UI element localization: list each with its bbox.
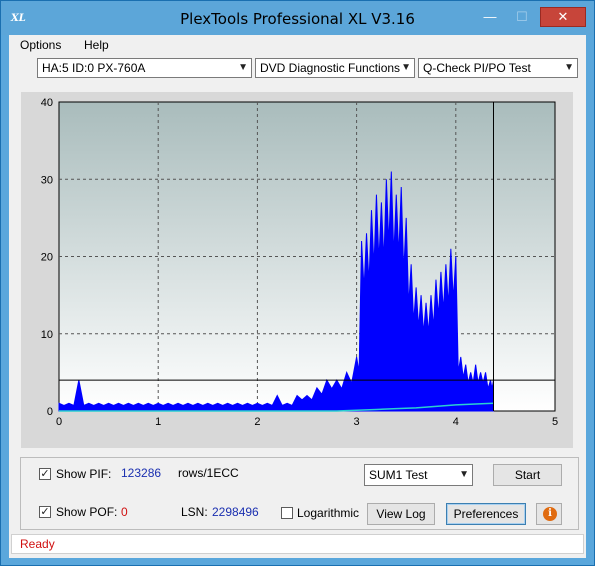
- menu-bar: Options Help: [9, 35, 586, 55]
- control-panel: ✓ Show PIF: 123286 rows/1ECC ✓ Show POF:…: [20, 457, 579, 530]
- menu-help[interactable]: Help: [84, 38, 109, 52]
- close-button[interactable]: ✕: [540, 7, 586, 27]
- pif-value: 123286: [121, 466, 162, 480]
- title-bar[interactable]: XL PlexTools Professional XL V3.16 — ☐ ✕: [1, 1, 594, 35]
- test-select[interactable]: Q-Check PI/PO Test ▼: [418, 58, 578, 78]
- pi-po-chart: 0 1 2 3 4 5 0 10 20 30 40: [21, 92, 573, 448]
- x-tick-label: 3: [354, 416, 360, 428]
- show-pif-label: Show PIF:: [56, 467, 112, 481]
- window-title: PlexTools Professional XL V3.16: [180, 10, 415, 28]
- show-pof-checkbox[interactable]: ✓: [39, 506, 51, 518]
- minimize-button[interactable]: —: [477, 7, 503, 27]
- y-tick-label: 0: [47, 406, 53, 418]
- chevron-down-icon: ▼: [401, 62, 411, 73]
- y-tick-label: 40: [41, 97, 53, 109]
- view-log-button[interactable]: View Log: [367, 503, 435, 525]
- x-tick-label: 2: [254, 416, 260, 428]
- show-pif-checkbox[interactable]: ✓: [39, 468, 51, 480]
- info-icon: i: [543, 507, 557, 521]
- pof-value: 0: [121, 505, 128, 519]
- y-tick-label: 10: [41, 329, 53, 341]
- chart-svg: 0 1 2 3 4 5 0 10 20 30 40: [41, 97, 558, 428]
- preferences-button[interactable]: Preferences: [446, 503, 526, 525]
- chevron-down-icon: ▼: [564, 62, 574, 73]
- pif-unit: rows/1ECC: [178, 466, 239, 480]
- function-select-value: DVD Diagnostic Functions: [260, 61, 401, 75]
- status-bar: Ready: [11, 534, 584, 554]
- test-select-value: Q-Check PI/PO Test: [423, 61, 531, 75]
- chevron-down-icon: ▼: [238, 62, 248, 73]
- x-tick-label: 0: [56, 416, 62, 428]
- lsn-label: LSN:: [181, 505, 208, 519]
- chevron-down-icon: ▼: [459, 469, 469, 480]
- x-tick-label: 5: [552, 416, 558, 428]
- client-area: Options Help HA:5 ID:0 PX-760A ▼ DVD Dia…: [9, 35, 586, 558]
- test-mode-select[interactable]: SUM1 Test ▼: [364, 464, 473, 486]
- function-select[interactable]: DVD Diagnostic Functions ▼: [255, 58, 415, 78]
- start-button[interactable]: Start: [493, 464, 562, 486]
- menu-options[interactable]: Options: [20, 38, 61, 52]
- info-button[interactable]: i: [536, 503, 562, 525]
- test-mode-value: SUM1 Test: [369, 468, 428, 482]
- drive-select-value: HA:5 ID:0 PX-760A: [42, 61, 146, 75]
- logarithmic-label: Logarithmic: [297, 506, 360, 520]
- y-tick-label: 30: [41, 174, 53, 186]
- drive-select[interactable]: HA:5 ID:0 PX-760A ▼: [37, 58, 252, 78]
- status-text: Ready: [20, 537, 55, 551]
- lsn-value: 2298496: [212, 505, 259, 519]
- app-window: XL PlexTools Professional XL V3.16 — ☐ ✕…: [0, 0, 595, 566]
- show-pof-label: Show POF:: [56, 505, 118, 519]
- logarithmic-checkbox[interactable]: [281, 507, 293, 519]
- maximize-button[interactable]: ☐: [509, 7, 535, 27]
- y-tick-label: 20: [41, 252, 53, 264]
- x-tick-label: 1: [155, 416, 161, 428]
- x-tick-label: 4: [453, 416, 459, 428]
